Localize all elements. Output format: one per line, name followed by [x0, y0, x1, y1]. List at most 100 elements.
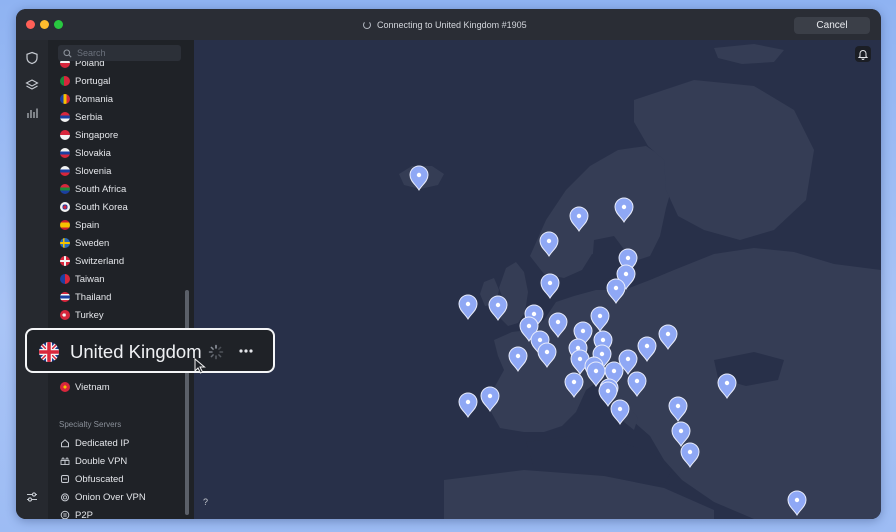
- taiwan-flag-icon: [60, 274, 70, 284]
- app-window: Connecting to United Kingdom #1905 Cance…: [16, 9, 881, 519]
- server-location-pin[interactable]: [610, 399, 630, 425]
- sweden-flag-icon: [60, 238, 70, 248]
- map-pin-icon: [627, 371, 647, 397]
- settings-sliders-icon[interactable]: [25, 490, 39, 504]
- map-pin-icon: [537, 342, 557, 368]
- close-window-button[interactable]: [26, 20, 35, 29]
- obfuscated-icon: [61, 475, 69, 483]
- country-item-singapore[interactable]: Singapore: [48, 126, 194, 144]
- map-pin-center: [531, 311, 537, 317]
- search-box[interactable]: Search: [58, 45, 181, 61]
- server-location-pin[interactable]: [488, 295, 508, 321]
- romania-flag-icon: [60, 94, 70, 104]
- singapore-flag-icon: [60, 130, 70, 140]
- map-pin-center: [546, 238, 552, 244]
- country-item-slovenia[interactable]: Slovenia: [48, 162, 194, 180]
- notifications-button[interactable]: [855, 46, 871, 62]
- map-pin-center: [580, 328, 586, 334]
- country-item-united-kingdom[interactable]: United Kingdom: [25, 328, 275, 373]
- server-location-pin[interactable]: [658, 324, 678, 350]
- country-item-slovakia[interactable]: Slovakia: [48, 144, 194, 162]
- specialty-item-dedicated-ip[interactable]: Dedicated IP: [48, 434, 194, 452]
- map-pin-icon: [637, 336, 657, 362]
- country-item-sweden[interactable]: Sweden: [48, 234, 194, 252]
- server-location-pin[interactable]: [409, 165, 429, 191]
- server-location-pin[interactable]: [458, 392, 478, 418]
- map-pin-center: [537, 337, 543, 343]
- country-item-switzerland[interactable]: Switzerland: [48, 252, 194, 270]
- map-pin-center: [687, 449, 693, 455]
- server-location-pin[interactable]: [539, 231, 559, 257]
- country-item-vietnam[interactable]: Vietnam: [48, 378, 194, 396]
- switzerland-flag-icon: [60, 256, 70, 266]
- layers-icon[interactable]: [25, 78, 39, 92]
- minimize-window-button[interactable]: [40, 20, 49, 29]
- country-item-serbia[interactable]: Serbia: [48, 108, 194, 126]
- double-lock-icon: [60, 457, 70, 465]
- server-location-pin[interactable]: [680, 442, 700, 468]
- server-location-pin[interactable]: [564, 372, 584, 398]
- map-pin-center: [571, 379, 577, 385]
- map-pin-center: [593, 368, 599, 374]
- country-item-turkey[interactable]: Turkey: [48, 306, 194, 324]
- map-pin-center: [665, 331, 671, 337]
- country-item-portugal[interactable]: Portugal: [48, 72, 194, 90]
- specialty-item-double-vpn[interactable]: Double VPN: [48, 452, 194, 470]
- country-item-romania[interactable]: Romania: [48, 90, 194, 108]
- map-pin-center: [600, 337, 606, 343]
- map-pin-center: [555, 319, 561, 325]
- server-location-pin[interactable]: [614, 197, 634, 223]
- sidebar-scrollbar[interactable]: [185, 290, 189, 515]
- map-pin-center: [613, 285, 619, 291]
- more-options-icon[interactable]: [237, 342, 255, 360]
- p2p-icon: [60, 510, 70, 519]
- map-pin-center: [625, 255, 631, 261]
- server-location-pin[interactable]: [671, 421, 691, 447]
- specialty-item-obfuscated[interactable]: Obfuscated: [48, 470, 194, 488]
- map-pin-icon: [488, 295, 508, 321]
- map-pin-center: [515, 353, 521, 359]
- map-pin-center: [678, 428, 684, 434]
- map-pin-icon: [480, 386, 500, 412]
- map-pin-center: [617, 406, 623, 412]
- map-pin-center: [487, 393, 493, 399]
- server-location-pin[interactable]: [480, 386, 500, 412]
- stats-icon[interactable]: [25, 106, 39, 120]
- server-location-pin[interactable]: [458, 294, 478, 320]
- server-location-pin[interactable]: [537, 342, 557, 368]
- country-item-south-africa[interactable]: South Africa: [48, 180, 194, 198]
- map-pin-icon: [717, 373, 737, 399]
- server-location-pin[interactable]: [668, 396, 688, 422]
- map-pin-center: [544, 349, 550, 355]
- map-pin-icon: [569, 206, 589, 232]
- server-location-pin[interactable]: [590, 306, 610, 332]
- server-location-pin[interactable]: [787, 490, 807, 516]
- bell-icon: [857, 50, 869, 60]
- specialty-item-onion-over-vpn[interactable]: Onion Over VPN: [48, 488, 194, 506]
- country-item-spain[interactable]: Spain: [48, 216, 194, 234]
- country-item-taiwan[interactable]: Taiwan: [48, 270, 194, 288]
- server-location-pin[interactable]: [508, 346, 528, 372]
- server-location-pin[interactable]: [569, 206, 589, 232]
- map-pin-center: [625, 356, 631, 362]
- server-location-pin[interactable]: [606, 278, 626, 304]
- search-input[interactable]: Search: [77, 48, 106, 58]
- map-pin-icon: [458, 294, 478, 320]
- specialty-item-p2p[interactable]: P2P: [48, 506, 194, 519]
- server-location-pin[interactable]: [717, 373, 737, 399]
- country-item-thailand[interactable]: Thailand: [48, 288, 194, 306]
- server-map[interactable]: − +: [194, 40, 881, 519]
- shield-icon[interactable]: [25, 51, 39, 65]
- server-location-pin[interactable]: [540, 273, 560, 299]
- country-item-south-korea[interactable]: South Korea: [48, 198, 194, 216]
- server-location-pin[interactable]: [637, 336, 657, 362]
- map-pin-center: [724, 380, 730, 386]
- map-pin-icon: [590, 306, 610, 332]
- server-location-pin[interactable]: [627, 371, 647, 397]
- zoom-window-button[interactable]: [54, 20, 63, 29]
- server-location-pin[interactable]: [548, 312, 568, 338]
- cancel-button[interactable]: Cancel: [794, 17, 870, 34]
- help-button[interactable]: ?: [203, 497, 208, 507]
- connection-status-text: Connecting to United Kingdom #1905: [377, 20, 527, 30]
- map-pin-center: [623, 271, 629, 277]
